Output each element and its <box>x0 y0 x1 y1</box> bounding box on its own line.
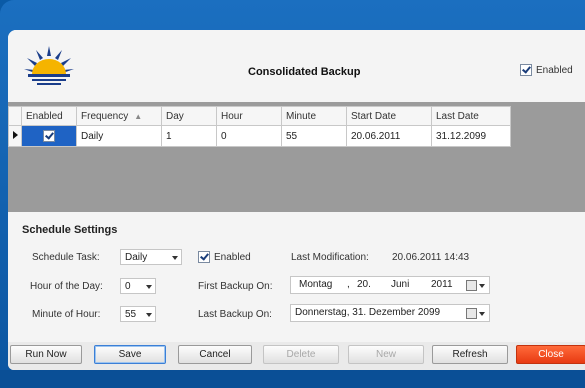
enabled-toggle[interactable]: Enabled <box>520 64 573 76</box>
row-enabled-checkbox[interactable] <box>43 130 55 142</box>
enabled-label: Enabled <box>536 64 573 76</box>
run-now-button[interactable]: Run Now <box>10 345 82 364</box>
schedule-grid-area: Enabled Frequency ▲ Day Hour Minute Start… <box>8 102 585 212</box>
cell-day[interactable]: 1 <box>161 125 217 147</box>
cell-hour[interactable]: 0 <box>216 125 282 147</box>
schedule-settings: Schedule Settings Schedule Task: Daily E… <box>8 212 585 342</box>
hour-select[interactable]: 0 <box>120 278 156 294</box>
first-backup-year[interactable]: 2011 <box>431 277 453 293</box>
last-modification-label: Last Modification: <box>291 252 369 263</box>
first-backup-weekday[interactable]: Montag <box>299 277 332 293</box>
grid-header-row: Enabled Frequency ▲ Day Hour Minute Start… <box>8 106 511 126</box>
chevron-down-icon <box>172 256 178 260</box>
col-enabled[interactable]: Enabled <box>21 106 77 126</box>
bottom-bar <box>0 370 585 388</box>
col-frequency-label: Frequency <box>81 110 129 122</box>
schedule-task-select[interactable]: Daily <box>120 249 182 265</box>
table-row[interactable]: Daily 1 0 55 20.06.2011 31.12.2099 <box>8 125 511 147</box>
first-backup-date-picker[interactable]: Montag , 20. Juni 2011 <box>290 276 490 294</box>
sort-asc-icon: ▲ <box>134 111 143 121</box>
chevron-down-icon <box>479 284 485 288</box>
chevron-down-icon <box>146 285 152 289</box>
chevron-down-icon <box>479 312 485 316</box>
separator-comma: , <box>347 279 350 290</box>
first-backup-day[interactable]: 20. <box>357 277 371 293</box>
new-button[interactable]: New <box>348 345 424 364</box>
save-button[interactable]: Save <box>94 345 166 364</box>
cell-last-date[interactable]: 31.12.2099 <box>431 125 511 147</box>
button-bar: Run Now Save Cancel Delete New Refresh C… <box>8 342 585 370</box>
col-frequency[interactable]: Frequency ▲ <box>76 106 162 126</box>
cell-start-date[interactable]: 20.06.2011 <box>346 125 432 147</box>
col-minute[interactable]: Minute <box>281 106 347 126</box>
col-hour[interactable]: Hour <box>216 106 282 126</box>
last-modification-value: 20.06.2011 14:43 <box>392 252 470 263</box>
cell-enabled[interactable] <box>21 125 77 147</box>
minute-value: 55 <box>125 309 137 320</box>
calendar-icon[interactable] <box>466 308 477 319</box>
hour-value: 0 <box>125 281 131 292</box>
minute-select[interactable]: 55 <box>120 306 156 322</box>
col-day[interactable]: Day <box>161 106 217 126</box>
last-backup-label: Last Backup On: <box>198 309 272 320</box>
col-start-date[interactable]: Start Date <box>346 106 432 126</box>
schedule-enabled-label: Enabled <box>214 252 251 263</box>
section-title: Schedule Settings <box>22 224 118 236</box>
schedule-enabled-checkbox[interactable] <box>198 251 210 263</box>
row-pointer-icon <box>12 130 18 139</box>
last-backup-value[interactable]: Donnerstag, 31. Dezember 2099 <box>295 305 440 321</box>
current-row-indicator[interactable] <box>8 125 22 147</box>
minute-label: Minute of Hour: <box>32 309 101 320</box>
window-header: Consolidated Backup Enabled <box>8 30 585 102</box>
backup-window: Consolidated Backup Enabled Enabled Freq… <box>8 30 585 370</box>
schedule-grid: Enabled Frequency ▲ Day Hour Minute Start… <box>8 106 511 147</box>
cancel-button[interactable]: Cancel <box>178 345 252 364</box>
first-backup-label: First Backup On: <box>198 281 273 292</box>
sun-logo-icon <box>24 46 74 85</box>
first-backup-month[interactable]: Juni <box>391 277 409 293</box>
window-title: Consolidated Backup <box>248 66 361 78</box>
delete-button[interactable]: Delete <box>263 345 339 364</box>
calendar-icon[interactable] <box>466 280 477 291</box>
close-button[interactable]: Close <box>516 345 585 364</box>
col-last-date[interactable]: Last Date <box>431 106 511 126</box>
cell-frequency[interactable]: Daily <box>76 125 162 147</box>
last-backup-date-picker[interactable]: Donnerstag, 31. Dezember 2099 <box>290 304 490 322</box>
schedule-task-value: Daily <box>125 252 148 263</box>
row-header-corner <box>8 106 22 126</box>
chevron-down-icon <box>146 313 152 317</box>
hour-label: Hour of the Day: <box>30 281 103 292</box>
cell-minute[interactable]: 55 <box>281 125 347 147</box>
enabled-checkbox[interactable] <box>520 64 532 76</box>
refresh-button[interactable]: Refresh <box>432 345 508 364</box>
schedule-task-label: Schedule Task: <box>32 252 100 263</box>
